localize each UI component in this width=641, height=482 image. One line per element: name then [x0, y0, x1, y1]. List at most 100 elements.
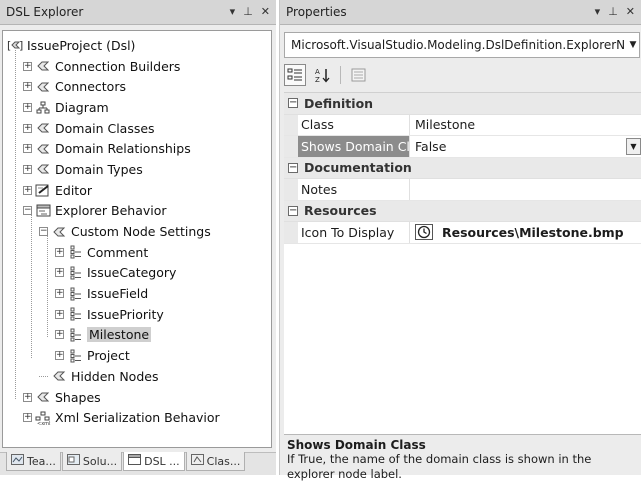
collapse-icon[interactable]: −	[23, 206, 32, 216]
alphabetical-button[interactable]: A Z	[312, 64, 334, 86]
tree-item[interactable]: + Milestone	[3, 325, 271, 346]
property-row[interactable]: Icon To Display Resources\Milestone.bmp	[284, 222, 641, 244]
tree-item[interactable]: − Custom Node Settings	[3, 221, 271, 242]
collapse-icon[interactable]: −	[39, 227, 48, 237]
property-category[interactable]: − Resources	[284, 200, 641, 222]
dsl-explorer-title: DSL Explorer	[6, 5, 84, 19]
editor-icon	[35, 183, 51, 197]
node-settings-icon	[67, 266, 83, 280]
property-name[interactable]: Icon To Display	[298, 222, 410, 243]
expand-icon[interactable]: +	[23, 82, 32, 92]
tree-item[interactable]: − Explorer Behavior	[3, 201, 271, 222]
close-icon[interactable]: ✕	[261, 6, 270, 18]
tree-item[interactable]: + Comment	[3, 242, 271, 263]
dsl-explorer-title-bar: DSL Explorer ▾ ⊥ ✕	[0, 0, 276, 25]
tree-item[interactable]: + Project	[3, 345, 271, 366]
property-row[interactable]: Notes	[284, 179, 641, 201]
svg-text:Z: Z	[315, 76, 320, 83]
tool-window-tab-label: Solu...	[82, 454, 118, 468]
svg-text:<xml>: <xml>	[37, 421, 51, 425]
property-gutter	[284, 114, 298, 135]
property-name[interactable]: Shows Domain Cl	[298, 136, 410, 157]
tool-window-tab[interactable]: Clas...	[185, 452, 246, 471]
property-pages-button[interactable]	[347, 64, 369, 86]
tree-item[interactable]: + Domain Types	[3, 159, 271, 180]
tree-item-label: Domain Classes	[55, 120, 155, 136]
window-position-dropdown-icon[interactable]: ▾	[230, 6, 236, 18]
tree-item[interactable]: + Shapes	[3, 387, 271, 408]
tree-item[interactable]: + IssueField	[3, 283, 271, 304]
description-title: Shows Domain Class	[287, 438, 426, 452]
tree-item[interactable]: + Domain Classes	[3, 118, 271, 139]
property-name[interactable]: Notes	[298, 179, 410, 200]
property-value[interactable]: False ▼	[410, 136, 641, 157]
expand-icon[interactable]: +	[55, 247, 64, 257]
property-row[interactable]: Shows Domain Cl False ▼	[284, 136, 641, 158]
element-icon	[35, 59, 51, 73]
property-value[interactable]	[410, 179, 641, 200]
tool-window-tab[interactable]: DSL ...	[123, 452, 185, 471]
property-grid[interactable]: − Definition Class Milestone Shows Domain Cl…	[284, 92, 641, 434]
tree-item[interactable]: + <xml> Xml Serialization Behavior	[3, 407, 271, 428]
property-category[interactable]: − Definition	[284, 93, 641, 115]
expand-icon[interactable]: +	[23, 102, 32, 112]
tree-item[interactable]: + IssuePriority	[3, 304, 271, 325]
pin-icon[interactable]: ⊥	[608, 6, 618, 18]
tree-item[interactable]: [] IssueProject (Dsl)	[3, 35, 271, 56]
expand-icon[interactable]: +	[23, 185, 32, 195]
expand-icon[interactable]: +	[55, 289, 64, 299]
node-settings-icon	[67, 328, 83, 342]
tree-item[interactable]: + Connectors	[3, 76, 271, 97]
property-row[interactable]: Class Milestone	[284, 114, 641, 136]
tree-item-label: Domain Types	[55, 161, 143, 177]
properties-toolbar: A Z	[284, 62, 369, 88]
object-selector-dropdown[interactable]: Microsoft.VisualStudio.Modeling.DslDefin…	[284, 32, 640, 58]
tree-item-label: IssuePriority	[87, 306, 164, 322]
tree-item-label: Explorer Behavior	[55, 203, 167, 219]
property-pages-icon	[351, 68, 365, 82]
pin-icon[interactable]: ⊥	[243, 6, 253, 18]
property-value[interactable]: Resources\Milestone.bmp	[410, 222, 641, 243]
property-name[interactable]: Class	[298, 114, 410, 135]
tree-item[interactable]: + Domain Relationships	[3, 138, 271, 159]
close-icon[interactable]: ✕	[626, 6, 635, 18]
expand-icon[interactable]: +	[55, 268, 64, 278]
collapse-icon[interactable]: −	[288, 205, 298, 216]
window-position-dropdown-icon[interactable]: ▾	[595, 6, 601, 18]
dsl-tree-view[interactable]: [] IssueProject (Dsl) + Connection Builders…	[2, 30, 272, 448]
expand-icon[interactable]: +	[55, 330, 64, 340]
sort-alphabetical-icon: A Z	[315, 68, 330, 83]
tree-item[interactable]: Hidden Nodes	[3, 366, 271, 387]
expand-icon[interactable]: +	[23, 61, 32, 71]
svg-text:A: A	[315, 68, 320, 76]
property-value[interactable]: Milestone	[410, 115, 641, 136]
element-icon	[35, 162, 51, 176]
expand-icon[interactable]: +	[55, 309, 64, 319]
expand-icon[interactable]: +	[23, 123, 32, 133]
value-dropdown-button[interactable]: ▼	[626, 137, 641, 155]
tree-item[interactable]: + Editor	[3, 180, 271, 201]
categorized-button[interactable]	[284, 64, 306, 86]
collapse-icon[interactable]: −	[288, 98, 298, 109]
chevron-down-icon[interactable]: ▼	[627, 40, 639, 50]
tree-item-label: Xml Serialization Behavior	[55, 410, 220, 426]
tree-item[interactable]: + Diagram	[3, 97, 271, 118]
expand-icon[interactable]: +	[23, 392, 32, 402]
expand-icon[interactable]: +	[23, 413, 32, 423]
property-description-pane: Shows Domain Class If True, the name of …	[284, 434, 641, 481]
element-icon	[35, 390, 51, 404]
property-category[interactable]: − Documentation	[284, 157, 641, 179]
tree-item-label: Milestone	[87, 327, 152, 343]
tree-item[interactable]: + IssueCategory	[3, 263, 271, 284]
tool-window-tab[interactable]: Tea...	[6, 452, 61, 471]
tree-item-label: IssueField	[87, 286, 149, 302]
expand-icon[interactable]: +	[23, 164, 32, 174]
tree-item-label: Hidden Nodes	[71, 368, 159, 384]
collapse-icon[interactable]: −	[288, 162, 298, 173]
properties-panel: Properties ▾ ⊥ ✕ Microsoft.VisualStudio.…	[279, 0, 641, 481]
tool-window-tab[interactable]: Solu...	[61, 452, 123, 471]
expand-icon[interactable]: +	[23, 144, 32, 154]
expand-icon[interactable]: +	[55, 351, 64, 361]
tree-item-label: Custom Node Settings	[71, 224, 211, 240]
tree-item[interactable]: + Connection Builders	[3, 56, 271, 77]
